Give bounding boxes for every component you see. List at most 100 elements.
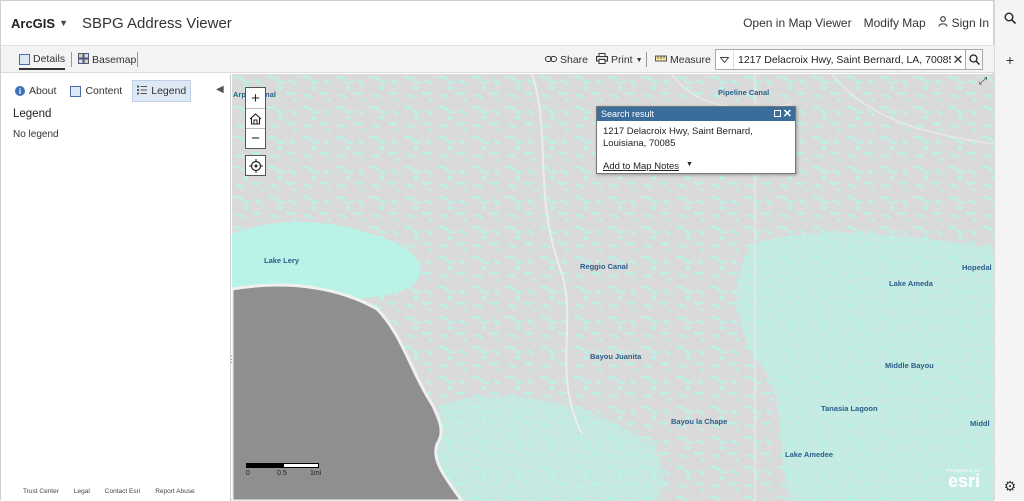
divider xyxy=(71,52,72,67)
scale-label: 1mi xyxy=(310,470,322,477)
map-label: Tanasia Lagoon xyxy=(821,404,878,413)
user-icon xyxy=(938,16,948,30)
home-icon xyxy=(249,112,262,125)
search-button[interactable] xyxy=(995,6,1024,30)
popup-content: 1217 Delacroix Hwy, Saint Bernard, Louis… xyxy=(597,121,795,155)
popup-header: Search result ✕ xyxy=(597,107,795,121)
settings-button[interactable]: ⚙ xyxy=(995,474,1024,498)
chevron-down-icon[interactable]: ▼ xyxy=(59,18,68,28)
share-label: Share xyxy=(560,54,589,66)
search-source-dropdown[interactable] xyxy=(716,50,734,69)
arcgis-brand[interactable]: ArcGIS xyxy=(11,16,55,31)
scale-label: 0 xyxy=(246,470,250,477)
printer-icon xyxy=(596,53,608,67)
print-label: Print xyxy=(611,54,633,66)
popup-address-line: Louisiana, 70085 xyxy=(603,138,676,149)
measure-button[interactable]: Measure xyxy=(655,50,711,70)
chevron-down-icon: ▼ xyxy=(635,56,643,64)
tab-about-label: About xyxy=(29,85,57,97)
panel-tabs: i About Content Legend xyxy=(11,80,192,104)
search-input[interactable] xyxy=(734,50,951,69)
map-view[interactable]: Arp anal Pipeline Canal Lake Lery Reggio… xyxy=(232,74,994,501)
search-icon xyxy=(968,54,980,65)
zoom-out-button[interactable]: − xyxy=(246,128,265,148)
map-label: Middle Bayou xyxy=(885,361,934,370)
map-label: Lake Amedee xyxy=(785,450,834,459)
divider xyxy=(137,52,138,67)
map-label: Bayou la Chape xyxy=(671,417,728,426)
tab-content-label: Content xyxy=(85,85,123,97)
tab-about[interactable]: i About xyxy=(11,80,60,102)
scale-segment xyxy=(283,463,319,468)
basemap-icon xyxy=(78,53,89,67)
share-button[interactable]: Share xyxy=(545,50,588,70)
close-icon[interactable]: ✕ xyxy=(951,52,965,68)
details-label: Details xyxy=(33,53,66,65)
basemap-button[interactable]: Basemap xyxy=(78,50,136,70)
map-label: Hopedal xyxy=(962,263,992,272)
map-label: Reggio Canal xyxy=(580,262,628,271)
map-label: Bayou Juanita xyxy=(590,352,642,361)
basemap-label: Basemap xyxy=(92,54,137,66)
divider xyxy=(646,52,647,67)
open-in-map-viewer-link[interactable]: Open in Map Viewer xyxy=(743,16,852,30)
sign-in-label: Sign In xyxy=(951,16,989,30)
footer: Trust Center Legal Contact Esri Report A… xyxy=(1,481,231,501)
legend-empty-text: No legend xyxy=(13,129,59,140)
plus-icon: + xyxy=(1005,52,1015,68)
search-result-popup: Search result ✕ 1217 Delacroix Hwy, Sain… xyxy=(596,106,796,174)
zoom-in-button[interactable]: + xyxy=(246,88,265,108)
measure-label: Measure xyxy=(670,54,711,66)
footer-report-abuse[interactable]: Report Abuse xyxy=(155,488,194,495)
page-title: SBPG Address Viewer xyxy=(82,14,232,32)
measure-icon xyxy=(655,53,667,67)
popup-title: Search result xyxy=(601,109,655,119)
close-icon[interactable]: ✕ xyxy=(783,107,792,120)
modify-map-link[interactable]: Modify Map xyxy=(864,16,926,30)
print-button[interactable]: Print ▼ xyxy=(596,50,643,70)
search-icon xyxy=(1004,12,1016,24)
footer-trust-center[interactable]: Trust Center xyxy=(23,488,59,495)
chevron-down-icon[interactable]: ▼ xyxy=(686,161,693,168)
locate-button[interactable] xyxy=(245,155,266,176)
map-label: Arp xyxy=(233,90,246,99)
popup-address-line: 1217 Delacroix Hwy, Saint Bernard, xyxy=(603,126,753,137)
details-icon xyxy=(19,53,30,65)
scale-label: 0.5 xyxy=(277,470,287,477)
search-button[interactable] xyxy=(966,49,983,70)
info-icon: i xyxy=(15,86,25,96)
link-icon xyxy=(545,54,557,66)
map-label: Lake Lery xyxy=(264,256,300,265)
app-header: ArcGIS ▼ SBPG Address Viewer Open in Map… xyxy=(1,1,995,45)
gear-icon: ⚙ xyxy=(1003,477,1017,494)
tab-content[interactable]: Content xyxy=(66,80,126,102)
tab-legend-label: Legend xyxy=(151,85,187,97)
footer-legal[interactable]: Legal xyxy=(74,488,90,495)
header-links: Open in Map Viewer Modify Map Sign In xyxy=(743,1,989,45)
add-to-map-notes-link[interactable]: Add to Map Notes xyxy=(603,161,679,172)
map-label: Lake Ameda xyxy=(889,279,933,288)
legend-icon xyxy=(137,85,148,98)
toolbar: Details Basemap Share Print ▼ Measure 12… xyxy=(1,45,995,73)
details-button[interactable]: Details xyxy=(19,50,66,70)
chevron-down-icon xyxy=(720,56,729,63)
collapse-panel-icon[interactable]: ◀ xyxy=(216,84,224,95)
scale-segment xyxy=(246,463,283,468)
maximize-icon[interactable] xyxy=(774,110,781,117)
content-icon xyxy=(70,85,82,97)
right-rail: + ⚙ xyxy=(994,0,1024,500)
footer-contact-esri[interactable]: Contact Esri xyxy=(105,488,140,495)
expand-icon[interactable]: ⤢ xyxy=(979,76,987,87)
locate-icon xyxy=(248,158,263,173)
zoom-control: + − xyxy=(245,87,266,149)
legend-heading: Legend xyxy=(13,108,52,120)
tab-legend[interactable]: Legend xyxy=(132,80,192,102)
home-button[interactable] xyxy=(246,108,265,128)
add-button[interactable]: + xyxy=(995,48,1024,72)
search-box: ✕ xyxy=(715,49,966,70)
side-panel: i About Content Legend ◀ Legend No legen… xyxy=(1,74,236,501)
sign-in-link[interactable]: Sign In xyxy=(938,16,989,30)
map-label: Middl xyxy=(970,419,990,428)
esri-logo: POWERED BY esri xyxy=(946,468,982,491)
app-window: ArcGIS ▼ SBPG Address Viewer Open in Map… xyxy=(0,0,995,501)
